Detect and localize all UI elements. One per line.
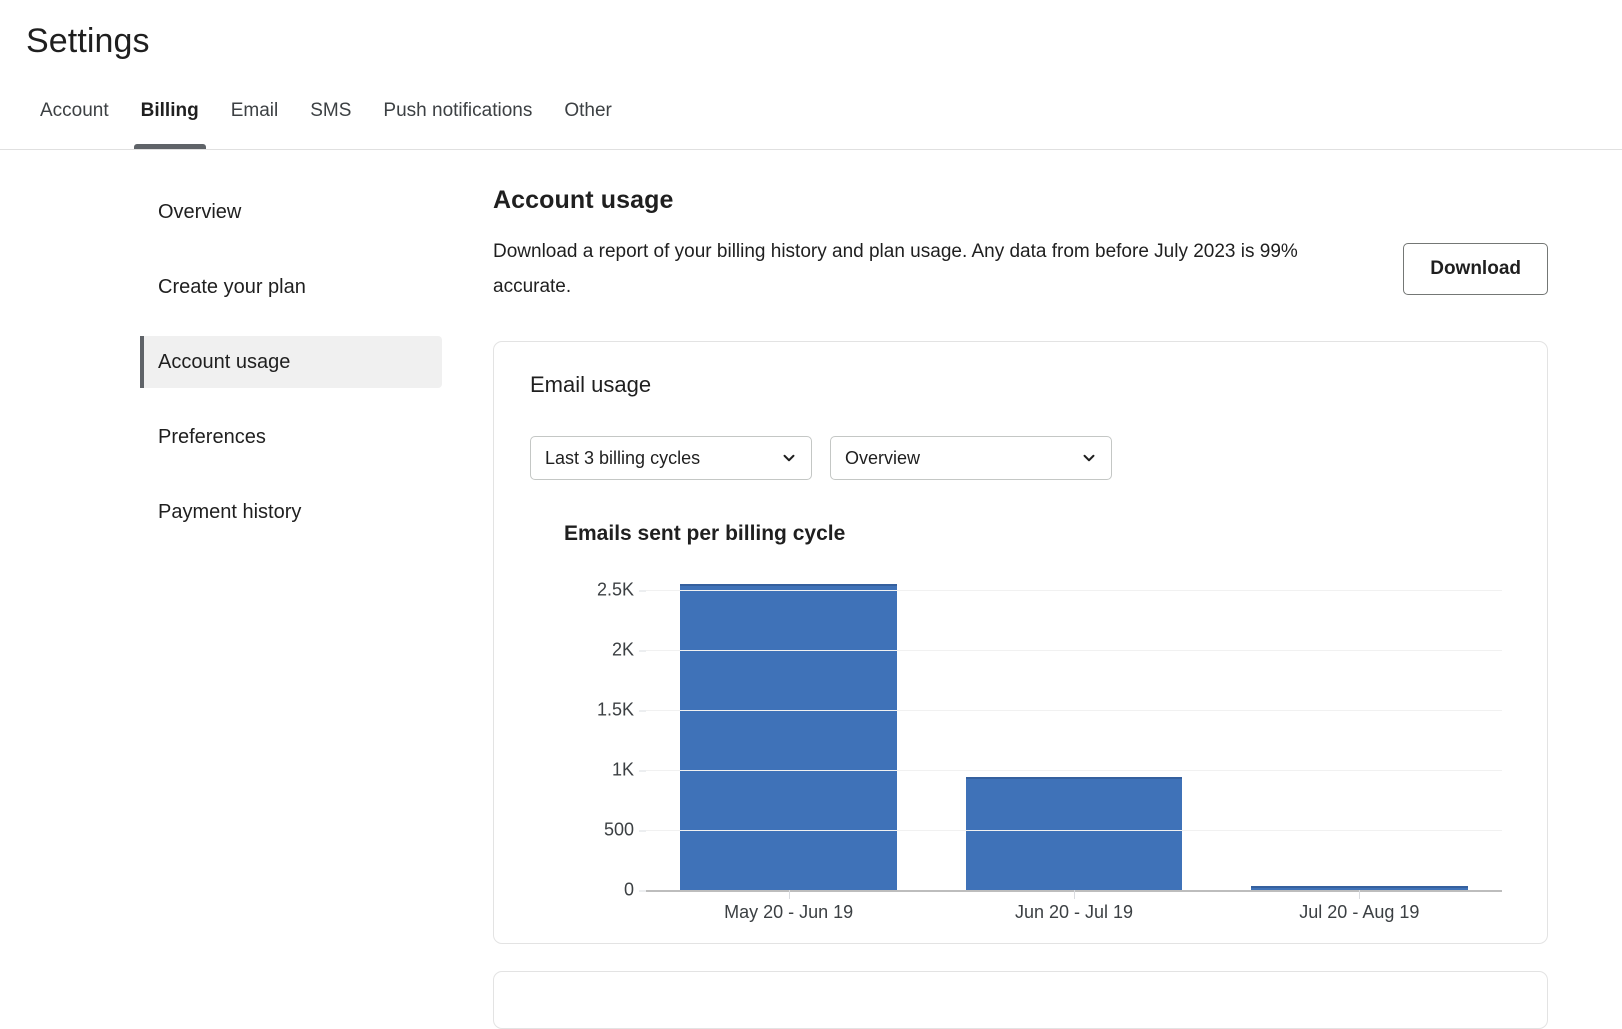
- sidebar-item-label: Create your plan: [158, 276, 306, 299]
- billing-sidebar: Overview Create your plan Account usage Pre…: [140, 186, 442, 538]
- sidebar-item-overview[interactable]: Overview: [140, 186, 442, 238]
- sidebar-item-label: Overview: [158, 201, 241, 224]
- email-usage-title: Email usage: [530, 372, 1511, 398]
- chart-y-tick-label: 2.5K: [597, 580, 634, 601]
- chart-y-tick-label: 1.5K: [597, 700, 634, 721]
- chart-bar-slot: [931, 572, 1216, 890]
- view-mode-select[interactable]: Overview: [830, 436, 1112, 480]
- description-row: Download a report of your billing histor…: [493, 235, 1548, 304]
- tab-account[interactable]: Account: [24, 88, 125, 149]
- billing-cycle-select[interactable]: Last 3 billing cycles: [530, 436, 812, 480]
- chart-plot-area: 05001K1.5K2K2.5K: [646, 572, 1502, 892]
- section-title: Account usage: [493, 186, 1548, 215]
- tab-other[interactable]: Other: [548, 88, 628, 149]
- chart-gridline: [646, 710, 1502, 711]
- email-usage-card: Email usage Last 3 billing cycles Overvi…: [493, 341, 1548, 944]
- chart-x-axis-labels: May 20 - Jun 19 Jun 20 - Jul 19 Jul 20 - A…: [646, 902, 1502, 932]
- usage-description: Download a report of your billing histor…: [493, 235, 1328, 304]
- chart-bar-slot: [1217, 572, 1502, 890]
- chart-gridline: [646, 590, 1502, 591]
- chart-x-label: May 20 - Jun 19: [724, 902, 853, 923]
- chart-bar-slot: [646, 572, 931, 890]
- billing-cycle-select-value: Last 3 billing cycles: [545, 448, 700, 469]
- main-content: Account usage Download a report of your …: [493, 186, 1548, 1029]
- sidebar-item-create-your-plan[interactable]: Create your plan: [140, 261, 442, 313]
- chart-gridline: [646, 770, 1502, 771]
- download-button[interactable]: Download: [1403, 243, 1548, 295]
- chart-x-tick: [1074, 890, 1075, 899]
- settings-tabbar: AccountBillingEmailSMSPush notifications…: [0, 88, 1622, 150]
- chart-x-tick: [789, 890, 790, 899]
- chart-gridline: [646, 830, 1502, 831]
- tab-sms[interactable]: SMS: [294, 88, 367, 149]
- chart-x-tick: [1359, 890, 1360, 899]
- chart-gridline: [646, 650, 1502, 651]
- view-mode-select-value: Overview: [845, 448, 920, 469]
- chart-y-tick-label: 500: [604, 820, 634, 841]
- chart-x-label: Jul 20 - Aug 19: [1299, 902, 1419, 923]
- tab-billing[interactable]: Billing: [125, 88, 215, 149]
- tab-push-notifications[interactable]: Push notifications: [367, 88, 548, 149]
- chart-bar[interactable]: [680, 584, 897, 891]
- chevron-down-icon: [1080, 449, 1098, 467]
- sidebar-item-label: Preferences: [158, 426, 266, 449]
- chart-y-tick-label: 1K: [612, 760, 634, 781]
- emails-sent-bar-chart: 05001K1.5K2K2.5K May 20 - Jun 19Jun 20 -…: [562, 572, 1502, 917]
- chevron-down-icon: [780, 449, 798, 467]
- sidebar-item-payment-history[interactable]: Payment history: [140, 486, 442, 538]
- sidebar-item-account-usage[interactable]: Account usage: [140, 336, 442, 388]
- chart-y-tick-label: 2K: [612, 640, 634, 661]
- sidebar-item-preferences[interactable]: Preferences: [140, 411, 442, 463]
- chart-x-label: Jun 20 - Jul 19: [1015, 902, 1133, 923]
- chart-y-tick-label: 0: [624, 880, 634, 901]
- chart-container: Emails sent per billing cycle 05001K1.5K…: [530, 522, 1511, 917]
- page-title: Settings: [26, 22, 150, 61]
- chart-filters: Last 3 billing cycles Overview: [530, 436, 1511, 480]
- secondary-usage-card: [493, 971, 1548, 1029]
- tab-email[interactable]: Email: [215, 88, 295, 149]
- sidebar-item-label: Payment history: [158, 501, 301, 524]
- chart-title: Emails sent per billing cycle: [564, 522, 1511, 546]
- sidebar-item-label: Account usage: [158, 351, 290, 374]
- chart-bar[interactable]: [966, 777, 1183, 890]
- chart-bars: [646, 572, 1502, 890]
